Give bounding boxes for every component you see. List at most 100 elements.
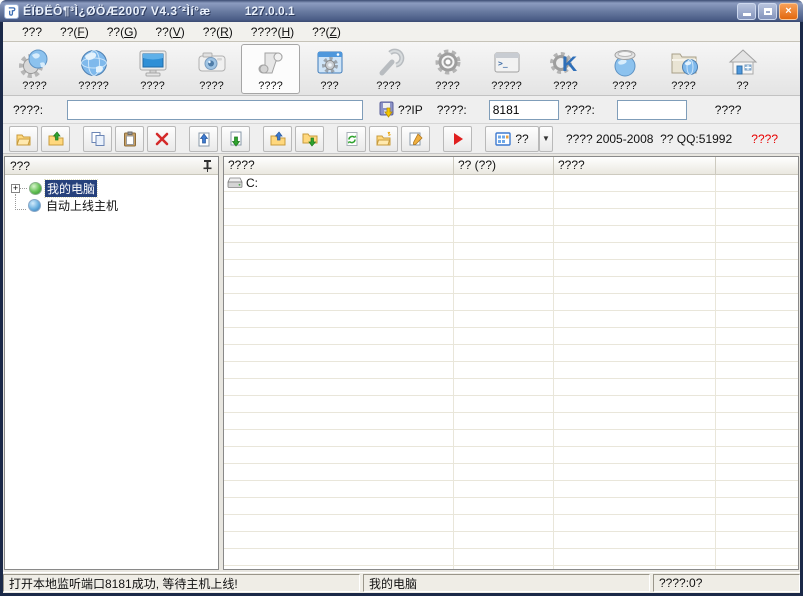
svg-text:>_: >_: [498, 59, 508, 68]
folder-up-button[interactable]: [41, 126, 70, 152]
host-tree: + 我的电脑 自动上线主机: [5, 175, 218, 569]
menu-item-z[interactable]: ??(Z): [303, 23, 350, 41]
copy-icon: [90, 131, 106, 147]
browse-folder-button[interactable]: [369, 126, 398, 152]
save-ip-button[interactable]: ??IP: [379, 101, 423, 118]
connect-bar: ????: ??IP ????: ????: ????: [3, 96, 800, 124]
folder-download-icon: [302, 131, 318, 147]
toolbar-button-12[interactable]: ??: [713, 44, 772, 94]
camera-icon: [196, 47, 228, 79]
svg-text:K: K: [562, 53, 577, 76]
toolbar-button-label: ????: [140, 79, 164, 93]
maximize-button[interactable]: [758, 3, 777, 20]
tree-expand-plus[interactable]: +: [11, 184, 20, 193]
toolbar-button-label: ????: [435, 79, 459, 93]
column-header-type[interactable]: ????: [554, 157, 716, 175]
file-upload-icon: [196, 131, 212, 147]
window-title-ip: 127.0.0.1: [245, 4, 295, 18]
tree-item-auto-online[interactable]: 自动上线主机: [5, 197, 218, 214]
toolbar-button-label: ????: [22, 79, 46, 93]
app-icon: [4, 4, 19, 19]
menu-item-g[interactable]: ??(G): [98, 23, 147, 41]
download-folder-button[interactable]: [295, 126, 324, 152]
toolbar-button-10[interactable]: ????: [595, 44, 654, 94]
column-header-size[interactable]: ?? (??): [454, 157, 554, 175]
paste-icon: [122, 131, 138, 147]
toolbar-button-label: ????: [199, 79, 223, 93]
open-folder-button[interactable]: [9, 126, 38, 152]
upload-folder-button[interactable]: [263, 126, 292, 152]
view-mode-dropdown[interactable]: ▼: [539, 126, 553, 152]
file-toolbar: ?? ▼ ???? 2005-2008 ?? QQ:51992 ????: [3, 124, 800, 154]
toolbar-button-label: ????: [258, 79, 282, 93]
green-globe-icon: [29, 182, 42, 195]
toolbar-button-4-selected[interactable]: ????: [241, 44, 300, 94]
menu-item-view[interactable]: ??(V): [146, 23, 193, 41]
settings-globe-icon: [19, 47, 51, 79]
menu-item-0[interactable]: ???: [13, 23, 51, 41]
list-header-row: ???? ?? (??) ????: [224, 157, 798, 175]
status-online-count: ????:0?: [653, 574, 800, 592]
refresh-button[interactable]: [337, 126, 366, 152]
toolbar-button-7[interactable]: ????: [418, 44, 477, 94]
toolbar-button-3[interactable]: ????: [182, 44, 241, 94]
k-gear-icon: K: [550, 47, 582, 79]
run-button[interactable]: [443, 126, 472, 152]
tree-item-my-computer[interactable]: + 我的电脑: [5, 180, 218, 197]
run-play-icon: [450, 131, 466, 147]
menu-item-r[interactable]: ??(R): [194, 23, 242, 41]
file-list-panel: ???? ?? (??) ???? C:: [223, 156, 799, 570]
delete-icon: [154, 131, 170, 147]
tree-item-label[interactable]: 自动上线主机: [44, 197, 120, 214]
target-input[interactable]: [67, 100, 363, 120]
home-icon: [727, 47, 759, 79]
window-gear-icon: [314, 47, 346, 79]
apply-button[interactable]: ????: [709, 101, 748, 119]
toolbar-button-11[interactable]: ????: [654, 44, 713, 94]
toolbar-button-label: ????: [553, 79, 577, 93]
list-item-drive-c[interactable]: C:: [224, 175, 258, 191]
folder-up-icon: [48, 131, 64, 147]
red-link[interactable]: ????: [751, 132, 778, 146]
script-icon: [255, 47, 287, 79]
folder-open-icon: [16, 131, 32, 147]
drive-label: C:: [246, 176, 258, 190]
column-header-extra[interactable]: [716, 157, 798, 175]
port-input[interactable]: [489, 100, 559, 120]
minimize-button[interactable]: [737, 3, 756, 20]
toolbar-button-0[interactable]: ????: [5, 44, 64, 94]
drive-icon: [227, 177, 243, 189]
menu-item-help[interactable]: ????(H): [242, 23, 303, 41]
terminal-icon: >_: [491, 47, 523, 79]
toolbar-button-label: ?????: [78, 79, 109, 93]
paste-button[interactable]: [115, 126, 144, 152]
menu-bar: ??? ??(F) ??(G) ??(V) ??(R) ????(H) ??(Z…: [3, 22, 800, 42]
menu-item-file[interactable]: ??(F): [51, 23, 98, 41]
edit-button[interactable]: [401, 126, 430, 152]
password-input[interactable]: [617, 100, 687, 120]
close-button[interactable]: ×: [779, 3, 798, 20]
toolbar-button-9[interactable]: K ????: [536, 44, 595, 94]
copy-button[interactable]: [83, 126, 112, 152]
toolbar-button-1[interactable]: ?????: [64, 44, 123, 94]
download-file-button[interactable]: [221, 126, 250, 152]
sidebar-panel: ??? + 我的电脑: [4, 156, 219, 570]
toolbar-button-2[interactable]: ????: [123, 44, 182, 94]
column-header-name[interactable]: ????: [224, 157, 454, 175]
status-bar: 打开本地监听端口8181成功, 等待主机上线! 我的电脑 ????:0?: [3, 572, 800, 593]
tree-item-label[interactable]: 我的电脑: [45, 180, 97, 197]
toolbar-button-5[interactable]: ???: [300, 44, 359, 94]
view-mode-label: ??: [515, 132, 528, 146]
pin-icon[interactable]: [202, 159, 213, 172]
upload-file-button[interactable]: [189, 126, 218, 152]
title-bar: ÉÏÐËÔ¶³Ì¿ØÖÆ2007 V4.3´²Ìí°æ 127.0.0.1 ×: [0, 0, 803, 22]
wrench-icon: [373, 47, 405, 79]
window-title: ÉÏÐËÔ¶³Ì¿ØÖÆ2007 V4.3´²Ìí°æ: [23, 4, 211, 18]
delete-button[interactable]: [147, 126, 176, 152]
status-current-host: 我的电脑: [363, 574, 650, 592]
refresh-icon: [344, 131, 360, 147]
toolbar-button-8[interactable]: >_ ?????: [477, 44, 536, 94]
toolbar-button-6[interactable]: ????: [359, 44, 418, 94]
view-mode-button[interactable]: ??: [485, 126, 539, 152]
blue-globe-icon: [28, 199, 41, 212]
